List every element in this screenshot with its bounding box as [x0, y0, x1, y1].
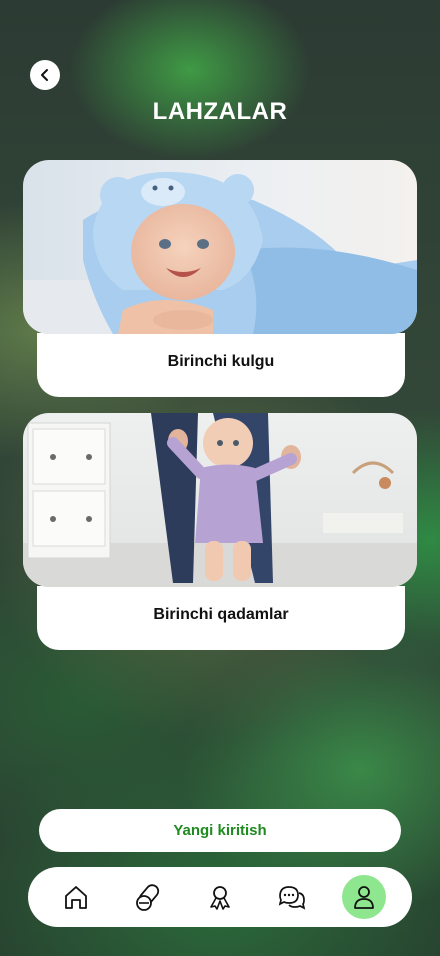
bottom-tab-bar — [28, 867, 412, 927]
page-title: LAHZALAR — [152, 98, 288, 125]
tab-profile[interactable] — [342, 875, 386, 919]
moment-caption: Birinchi qadamlar — [153, 606, 289, 623]
back-button[interactable] — [30, 60, 60, 90]
chevron-left-icon — [41, 69, 48, 81]
moment-card-first-steps[interactable]: Birinchi qadamlar — [23, 413, 417, 650]
tab-achievements[interactable] — [198, 875, 242, 919]
moment-photo-first-smile — [23, 160, 417, 334]
moment-caption-box: Birinchi kulgu — [37, 333, 405, 397]
tab-medicine[interactable] — [126, 875, 170, 919]
moment-caption-box: Birinchi qadamlar — [37, 586, 405, 650]
pills-icon — [136, 884, 160, 911]
tab-home[interactable] — [54, 875, 98, 919]
moment-photo-first-steps — [23, 413, 417, 587]
profile-icon — [354, 886, 374, 909]
chat-icon — [278, 886, 306, 910]
moment-caption: Birinchi kulgu — [167, 353, 275, 370]
moment-card-first-smile[interactable]: Birinchi kulgu — [23, 160, 417, 397]
new-entry-button[interactable]: Yangi kiritish — [39, 809, 401, 852]
tab-chat[interactable] — [270, 875, 314, 919]
new-entry-label: Yangi kiritish — [173, 822, 267, 839]
home-icon — [65, 886, 87, 909]
award-icon — [210, 886, 230, 910]
